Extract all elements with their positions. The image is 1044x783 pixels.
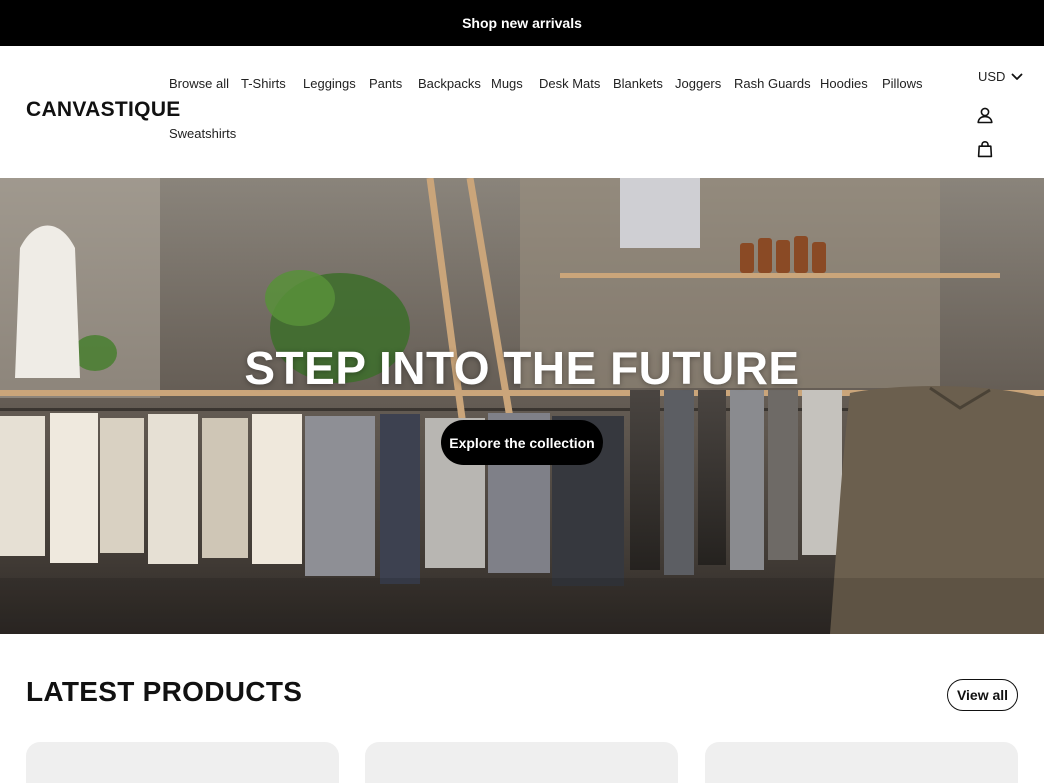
nav-item-backpacks[interactable]: Backpacks [418, 76, 481, 91]
hero-title: STEP INTO THE FUTURE [244, 342, 800, 394]
nav-item-pants[interactable]: Pants [369, 76, 402, 91]
hero-banner: STEP INTO THE FUTURE Explore the collect… [0, 178, 1044, 634]
hero-background-image [0, 178, 1044, 634]
user-icon [976, 106, 994, 129]
currency-label: USD [978, 69, 1006, 84]
chevron-down-icon [1011, 69, 1023, 84]
product-card[interactable] [705, 742, 1018, 783]
latest-products-title: LATEST PRODUCTS [26, 676, 303, 707]
product-card[interactable] [26, 742, 339, 783]
cart-button[interactable] [975, 140, 995, 163]
currency-selector[interactable]: USD [978, 69, 1023, 84]
nav-item-browse-all[interactable]: Browse all [169, 76, 229, 91]
product-card[interactable] [365, 742, 678, 783]
announcement-bar[interactable]: Shop new arrivals [0, 0, 1044, 46]
site-logo[interactable]: CANVASTIQUE [26, 98, 181, 122]
account-button[interactable] [975, 107, 995, 127]
nav-item-hoodies[interactable]: Hoodies [820, 76, 868, 91]
nav-item-desk-mats[interactable]: Desk Mats [539, 76, 600, 91]
site-header: CANVASTIQUE Browse all T-Shirts Leggings… [0, 46, 1044, 178]
nav-item-joggers[interactable]: Joggers [675, 76, 721, 91]
nav-item-pillows[interactable]: Pillows [882, 76, 922, 91]
nav-item-t-shirts[interactable]: T-Shirts [241, 76, 286, 91]
nav-item-leggings[interactable]: Leggings [303, 76, 356, 91]
nav-item-rash-guards[interactable]: Rash Guards [734, 76, 811, 91]
view-all-button[interactable]: View all [947, 679, 1018, 711]
explore-collection-button[interactable]: Explore the collection [441, 420, 603, 465]
shopping-bag-icon [976, 140, 994, 163]
nav-item-blankets[interactable]: Blankets [613, 76, 663, 91]
nav-item-sweatshirts[interactable]: Sweatshirts [169, 126, 236, 141]
nav-item-mugs[interactable]: Mugs [491, 76, 523, 91]
announcement-link[interactable]: Shop new arrivals [462, 15, 582, 31]
